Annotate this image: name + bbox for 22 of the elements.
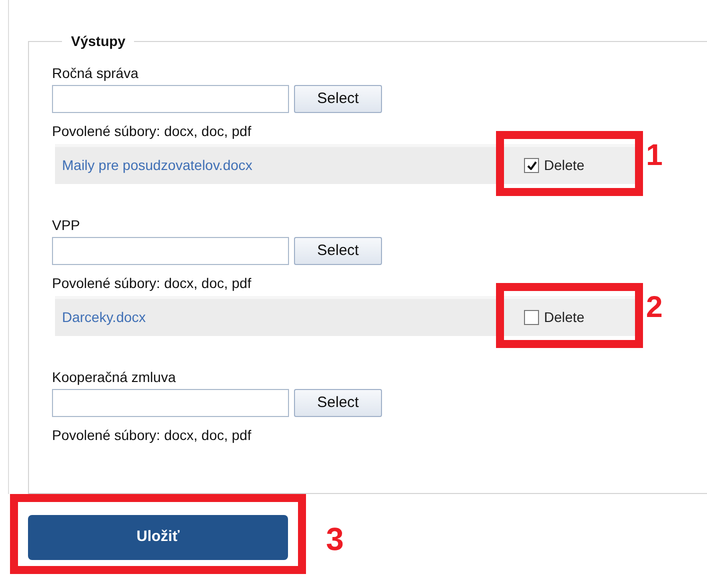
allowed-files-note: Povolené súbory: docx, doc, pdf (52, 426, 252, 444)
allowed-files-note: Povolené súbory: docx, doc, pdf (52, 122, 252, 140)
checkbox[interactable] (524, 158, 539, 173)
file-link[interactable]: Maily pre posudzovatelov.docx (62, 155, 510, 176)
select-button[interactable]: Select (294, 389, 382, 417)
annotation-number: 2 (646, 293, 663, 323)
field-label: VPP (52, 216, 82, 234)
file-link[interactable]: Darceky.docx (62, 307, 510, 328)
field-label: Ročná správa (52, 64, 140, 82)
field-label: Kooperačná zmluva (52, 368, 177, 386)
file-input[interactable] (52, 237, 289, 265)
select-button[interactable]: Select (294, 85, 382, 113)
save-button[interactable]: Uložiť (28, 515, 288, 560)
checkbox[interactable] (524, 310, 539, 325)
file-input[interactable] (52, 389, 289, 417)
check-icon (526, 161, 536, 170)
annotation-number: 1 (646, 141, 663, 171)
file-input[interactable] (52, 85, 289, 113)
allowed-files-note: Povolené súbory: docx, doc, pdf (52, 274, 252, 292)
select-button[interactable]: Select (294, 237, 382, 265)
annotation-number: 3 (326, 523, 344, 555)
panel-legend: Výstupy (62, 31, 134, 52)
